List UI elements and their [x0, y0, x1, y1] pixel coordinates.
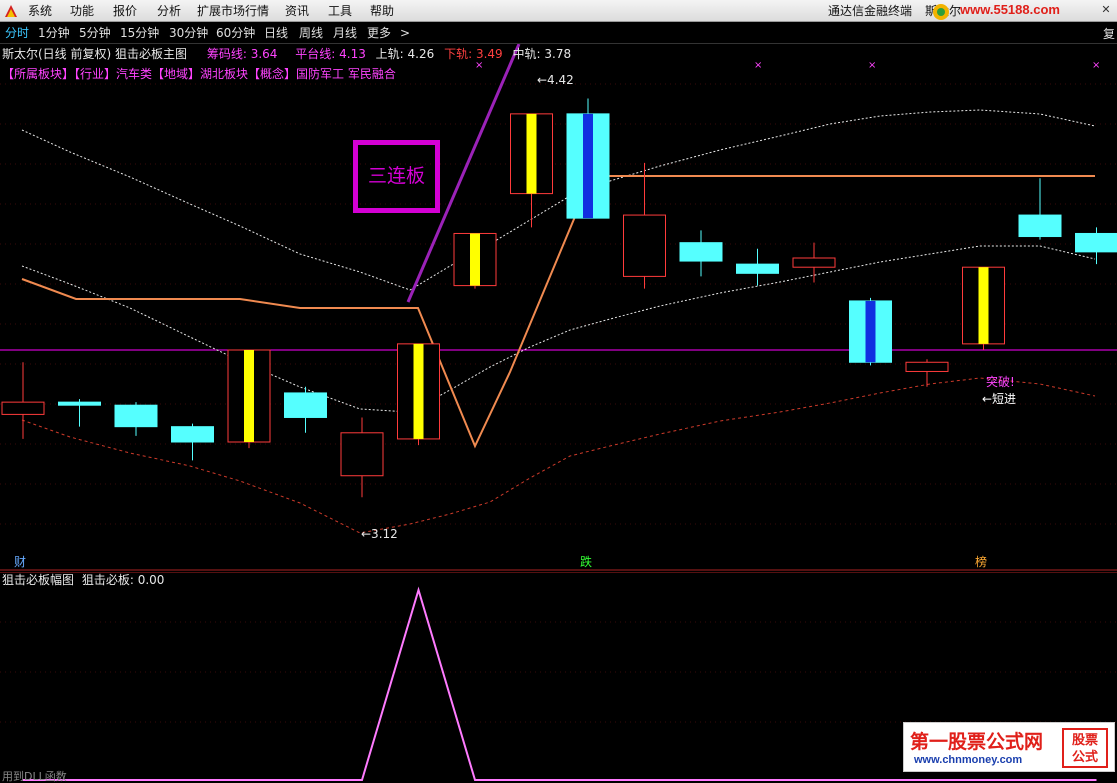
short-entry-signal-label: ←短进: [982, 392, 1017, 406]
menu-extended-market[interactable]: 扩展市场行情: [197, 0, 269, 22]
candle-down[interactable]: [736, 263, 779, 274]
menu-quote[interactable]: 报价: [113, 0, 137, 22]
middle-band-line: [21, 245, 1096, 413]
period-tab-30min[interactable]: 30分钟: [169, 25, 208, 41]
limit-up-marker: [244, 350, 254, 442]
top-marker: ×: [754, 60, 762, 71]
candle-down[interactable]: [114, 404, 158, 428]
candle-down[interactable]: [171, 426, 214, 443]
platform-line-value: 4.13: [339, 47, 366, 61]
menu-tools[interactable]: 工具: [328, 0, 352, 22]
main-kline-chart[interactable]: × × × ×: [0, 44, 1117, 572]
limit-up-marker: [526, 113, 537, 194]
chip-line: [21, 377, 1096, 534]
candlestick-series: [1, 98, 1117, 498]
menu-system[interactable]: 系统: [28, 0, 52, 22]
low-price-label: ←3.12: [361, 527, 398, 541]
upper-band-label: 上轨:: [375, 47, 404, 61]
lower-band-value: 3.49: [475, 47, 503, 61]
period-next-arrow-icon[interactable]: >: [400, 25, 410, 41]
candle-down[interactable]: [284, 392, 327, 418]
watermark-banner: 第一股票公式网 www.chnmoney.com 股票 公式: [903, 722, 1115, 772]
candle-down[interactable]: [1075, 232, 1117, 253]
watermark-badge: 股票 公式: [1062, 728, 1108, 768]
watermark-badge-line2: 公式: [1071, 750, 1098, 765]
top-marker: ×: [1092, 60, 1100, 71]
chart-title: 斯太尔(日线 前复权) 狙击必板主图: [2, 47, 187, 61]
indicator-info-line: 斯太尔(日线 前复权) 狙击必板主图 筹码线: 3.64 平台线: 4.13 上…: [2, 46, 571, 62]
lower-band-label: 下轨:: [444, 47, 473, 61]
candle-up[interactable]: [1, 401, 45, 415]
annotation-text: 三连板: [367, 165, 425, 187]
candle-down[interactable]: [1018, 214, 1062, 238]
period-tab-5min[interactable]: 5分钟: [79, 25, 111, 41]
period-tab-monthly[interactable]: 月线: [333, 25, 357, 41]
menu-help[interactable]: 帮助: [370, 0, 394, 22]
platform-line-label: 平台线:: [295, 47, 336, 61]
sub-chart-title: 狙击必板幅图: [2, 573, 75, 587]
limit-up-marker: [413, 343, 424, 439]
candle-up[interactable]: [623, 214, 666, 277]
candle-down[interactable]: [58, 401, 101, 406]
menu-bar: 系统 功能 报价 分析 扩展市场行情 资讯 工具 帮助 通达信金融终端 斯太尔 …: [0, 0, 1117, 22]
limit-down-marker: [583, 113, 593, 219]
period-tab-1min[interactable]: 1分钟: [38, 25, 70, 41]
annotation-box: 三连板: [353, 140, 440, 213]
terminal-name: 通达信金融终端: [828, 4, 913, 18]
sector-info-line: 【所属板块】【行业】汽车类【地域】湖北板块【概念】国防军工 军民融合: [2, 67, 396, 81]
chart-grid: [0, 83, 1117, 525]
candle-up[interactable]: [905, 361, 949, 372]
watermark-site-url: www.chnmoney.com: [914, 754, 1023, 766]
period-tab-more[interactable]: 更多: [367, 25, 391, 41]
watermark-url: www.55188.com: [960, 2, 1060, 17]
signal-cai: 财: [14, 555, 27, 569]
upper-band-value: 4.26: [407, 47, 435, 61]
menu-analysis[interactable]: 分析: [157, 0, 181, 22]
limit-up-marker: [470, 233, 480, 286]
sub-indicator-value: 狙击必板: 0.00: [81, 573, 165, 587]
limit-up-marker: [978, 267, 989, 344]
menu-news[interactable]: 资讯: [285, 0, 309, 22]
upper-band-line: [21, 109, 1096, 291]
menu-function[interactable]: 功能: [70, 0, 94, 22]
signal-die: 跌: [580, 555, 593, 569]
close-icon[interactable]: ✕: [1099, 3, 1113, 17]
period-tab-15min[interactable]: 15分钟: [120, 25, 159, 41]
signal-bang: 榜: [975, 555, 988, 569]
status-text: 用到DLL函数: [2, 770, 67, 783]
platform-line: [21, 175, 1095, 449]
candle-up[interactable]: [340, 432, 384, 477]
watermark-logo-icon: [933, 4, 949, 20]
chip-line-value: 3.64: [250, 47, 278, 61]
app-logo-icon: [5, 5, 17, 17]
top-marker: ×: [868, 60, 876, 71]
period-toolbar: 分时 1分钟 5分钟 15分钟 30分钟 60分钟 日线 周线 月线 更多 > …: [0, 22, 1117, 44]
watermark-title: 第一股票公式网: [910, 731, 1044, 753]
candle-down[interactable]: [679, 242, 723, 262]
chip-line-label: 筹码线:: [206, 47, 247, 61]
high-price-label: ←4.42: [537, 73, 574, 87]
middle-band-label: 中轨:: [512, 47, 541, 61]
candle-up[interactable]: [792, 257, 836, 268]
watermark-badge-line1: 股票: [1071, 733, 1098, 748]
middle-band-value: 3.78: [544, 47, 572, 61]
period-tab-daily[interactable]: 日线: [264, 25, 288, 41]
limit-down-marker: [865, 300, 876, 363]
period-tab-timeshare[interactable]: 分时: [5, 25, 29, 41]
sub-chart-grid: [0, 572, 1117, 723]
restore-rights-button[interactable]: 复: [1103, 25, 1115, 42]
breakout-signal-label: 突破!: [986, 375, 1015, 389]
sub-chart-title-line: 狙击必板幅图 狙击必板: 0.00: [2, 572, 164, 588]
period-tab-weekly[interactable]: 周线: [299, 25, 323, 41]
period-tab-60min[interactable]: 60分钟: [216, 25, 255, 41]
